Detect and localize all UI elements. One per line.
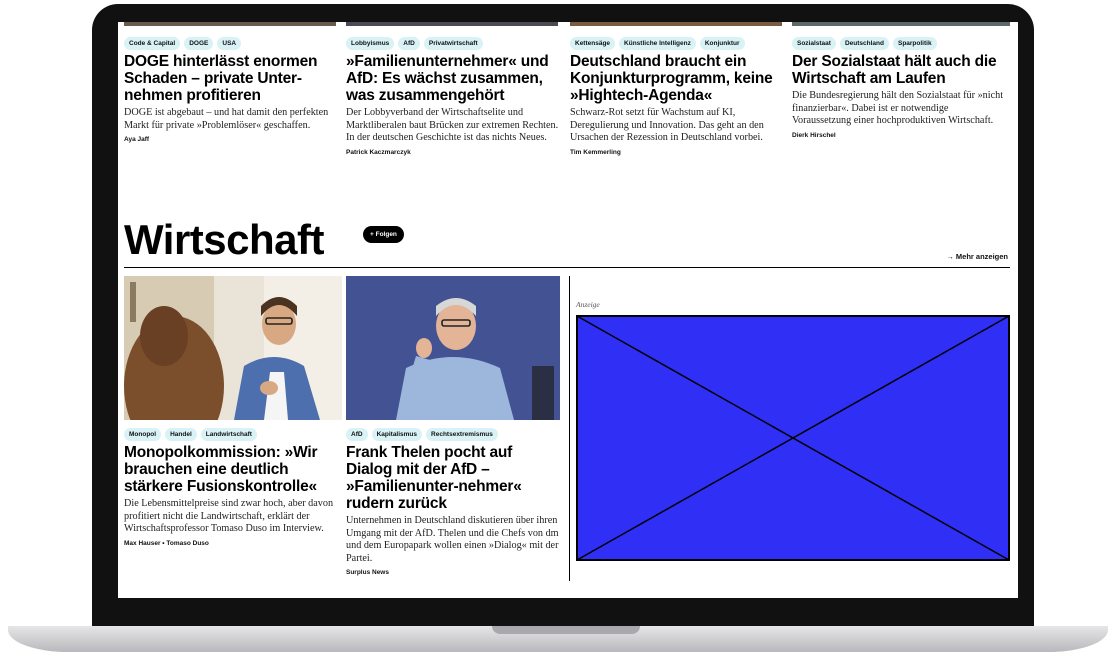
article-author[interactable]: Tim Kemmerling: [570, 149, 782, 156]
article-card[interactable]: AfD Kapitalismus Rechtsextremismus Frank…: [346, 427, 562, 576]
article-headline[interactable]: Deutschland braucht ein Konjunkturprogra…: [570, 53, 782, 104]
article-headline[interactable]: Der Sozialstaat hält auch die Wirtschaft…: [792, 53, 1010, 87]
tag-list: Sozialstaat Deutschland Sparpolitik: [792, 36, 1010, 50]
article-teaser: Unternehmen in Deutschland diskutieren ü…: [346, 515, 559, 564]
tag-list: Code & Capital DOGE USA: [124, 36, 336, 50]
speaker-photo[interactable]: [346, 276, 560, 420]
tag[interactable]: Lobbyismus: [346, 36, 395, 50]
article-headline[interactable]: »Familienunternehmer« und AfD: Es wächst…: [346, 53, 560, 104]
tag[interactable]: Künstliche Intelligenz: [619, 36, 696, 50]
article-image-strip: [792, 22, 1010, 26]
laptop-notch: [492, 626, 640, 634]
tag-list: Monopol Handel Landwirtschaft: [124, 427, 342, 441]
interview-photo[interactable]: [124, 276, 342, 420]
article-author[interactable]: Max Hauser • Tomaso Duso: [124, 540, 342, 547]
tag[interactable]: AfD: [346, 427, 368, 441]
tag[interactable]: DOGE: [184, 36, 214, 50]
tag[interactable]: USA: [217, 36, 242, 50]
article-headline[interactable]: Frank Thelen pocht auf Dialog mit der Af…: [346, 444, 562, 512]
laptop-base: [8, 626, 1108, 652]
article-card[interactable]: Code & Capital DOGE USA DOGE hinterlässt…: [124, 36, 336, 143]
tag[interactable]: Handel: [165, 427, 197, 441]
ad-placeholder[interactable]: [576, 315, 1010, 561]
article-author[interactable]: Surplus News: [346, 569, 562, 576]
more-link[interactable]: → Mehr anzeigen: [946, 252, 1008, 261]
article-card[interactable]: Sozialstaat Deutschland Sparpolitik Der …: [792, 36, 1010, 139]
article-headline[interactable]: DOGE hinterlässt enormen Schaden – priva…: [124, 53, 336, 104]
article-author[interactable]: Dierk Hirschel: [792, 132, 1010, 139]
tag[interactable]: Kapitalismus: [371, 427, 423, 441]
follow-button[interactable]: + Folgen: [363, 226, 404, 243]
tag-list: AfD Kapitalismus Rechtsextremismus: [346, 427, 562, 441]
article-teaser: Die Lebensmittelpreise sind zwar hoch, a…: [124, 498, 334, 534]
article-teaser: Schwarz-Rot setzt für Wachstum auf KI, D…: [570, 107, 764, 143]
article-card[interactable]: Lobbyismus AfD Privatwirtschaft »Familie…: [346, 36, 560, 156]
tag[interactable]: Sozialstaat: [792, 36, 836, 50]
browser-screen: Code & Capital DOGE USA DOGE hinterlässt…: [118, 22, 1018, 598]
article-image-strip: [124, 22, 336, 26]
article-image-strip: [346, 22, 558, 26]
article-teaser: Der Lobbyverband der Wirtschaftselite un…: [346, 107, 559, 143]
tag[interactable]: Sparpolitik: [892, 36, 937, 50]
tag[interactable]: AfD: [398, 36, 420, 50]
tag[interactable]: Landwirtschaft: [200, 427, 257, 441]
tag[interactable]: Konjunktur: [699, 36, 745, 50]
tag-list: Lobbyismus AfD Privatwirtschaft: [346, 36, 560, 50]
article-card[interactable]: Kettensäge Künstliche Intelligenz Konjun…: [570, 36, 782, 156]
article-teaser: DOGE ist abgebaut – und hat damit den pe…: [124, 107, 329, 131]
article-author[interactable]: Patrick Kaczmarczyk: [346, 149, 560, 156]
article-headline[interactable]: Monopolkommission: »Wir brauchen eine de…: [124, 444, 342, 495]
column-divider: [569, 276, 570, 581]
tag[interactable]: Code & Capital: [124, 36, 181, 50]
tag[interactable]: Privatwirtschaft: [423, 36, 483, 50]
tag[interactable]: Rechtsextremismus: [426, 427, 498, 441]
article-card[interactable]: Monopol Handel Landwirtschaft Monopolkom…: [124, 427, 342, 547]
tag[interactable]: Kettensäge: [570, 36, 616, 50]
section-title[interactable]: Wirtschaft: [124, 216, 324, 264]
tag-list: Kettensäge Künstliche Intelligenz Konjun…: [570, 36, 782, 50]
tag[interactable]: Deutschland: [839, 36, 889, 50]
article-teaser: Die Bundesregierung hält den Sozialstaat…: [792, 90, 1004, 126]
tag[interactable]: Monopol: [124, 427, 162, 441]
article-image-strip: [570, 22, 782, 26]
section-divider: [124, 267, 1010, 268]
article-author[interactable]: Aya Jaff: [124, 136, 336, 143]
ad-label: Anzeige: [576, 300, 600, 309]
